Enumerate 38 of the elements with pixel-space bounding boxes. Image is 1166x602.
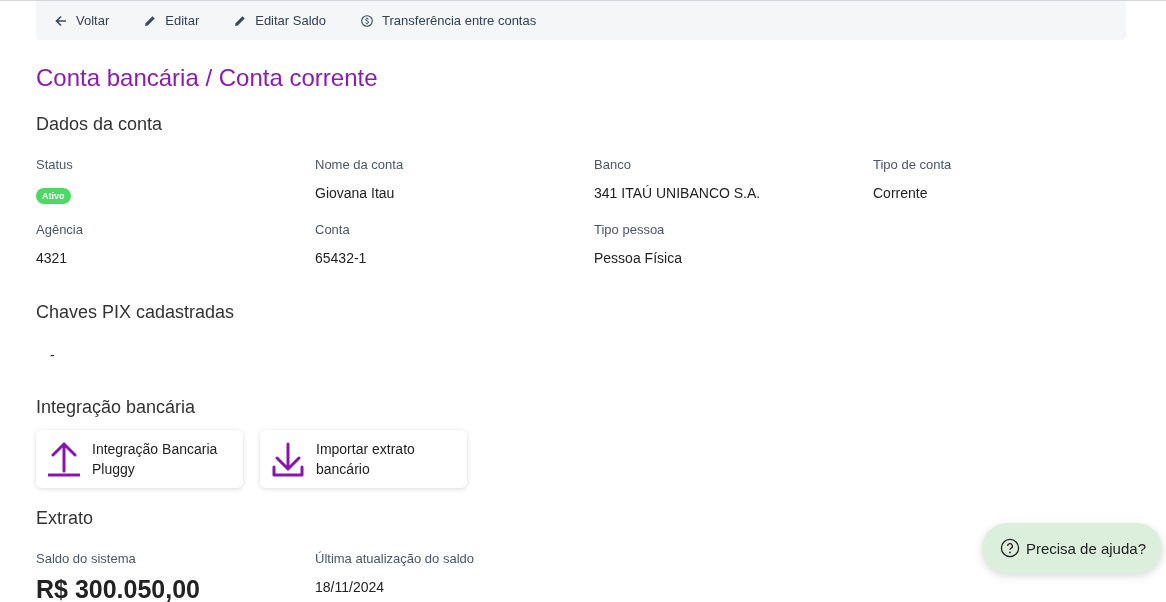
field-label: Nome da conta — [315, 157, 405, 172]
help-icon — [999, 538, 1020, 558]
integration-card[interactable]: Importar extrato bancário — [260, 430, 467, 488]
field-label: Última atualização do saldo — [315, 551, 475, 566]
pencil-icon — [233, 13, 248, 28]
toolbar-button[interactable]: Editar — [143, 13, 200, 28]
toolbar-button[interactable]: Editar Saldo — [233, 13, 327, 28]
toolbar-button[interactable]: Voltar — [54, 13, 110, 28]
back-arrow-icon — [54, 13, 68, 28]
field-label: Tipo pessoa — [594, 222, 666, 237]
status-badge: Ativo — [36, 188, 71, 204]
section-heading: Integração bancária — [36, 397, 197, 418]
help-button[interactable]: Precisa de ajuda? — [981, 523, 1162, 573]
balance-value: R$ 300.050,00 — [36, 575, 202, 602]
page-title: Conta bancária / Conta corrente — [36, 64, 379, 92]
field-label: Agência — [36, 222, 84, 237]
field-label: Banco — [594, 157, 632, 172]
toolbar-button[interactable]: Transferência entre contas — [360, 13, 537, 28]
section-heading: Dados da conta — [36, 114, 164, 135]
field-value: Pessoa Física — [594, 250, 683, 266]
section-heading: Extrato — [36, 508, 95, 529]
field-label: Tipo de conta — [873, 157, 953, 172]
field-value: Corrente — [873, 185, 929, 201]
upload-arrow-icon — [48, 441, 80, 477]
field-value: 65432-1 — [315, 250, 368, 266]
download-icon — [272, 441, 304, 477]
integration-card[interactable]: Integração Bancaria Pluggy — [36, 430, 243, 488]
field-value: Giovana Itau — [315, 185, 396, 201]
coin-icon — [360, 13, 375, 28]
field-value: 4321 — [36, 250, 69, 266]
field-value: 18/11/2024 — [315, 579, 386, 595]
field-label: Conta — [315, 222, 351, 237]
field-label: Status — [36, 157, 74, 172]
pencil-icon — [143, 13, 158, 28]
section-heading: Chaves PIX cadastradas — [36, 302, 236, 323]
pix-value: - — [50, 347, 56, 363]
field-label: Saldo do sistema — [36, 551, 137, 566]
field-value: 341 ITAÚ UNIBANCO S.A. — [594, 185, 762, 201]
